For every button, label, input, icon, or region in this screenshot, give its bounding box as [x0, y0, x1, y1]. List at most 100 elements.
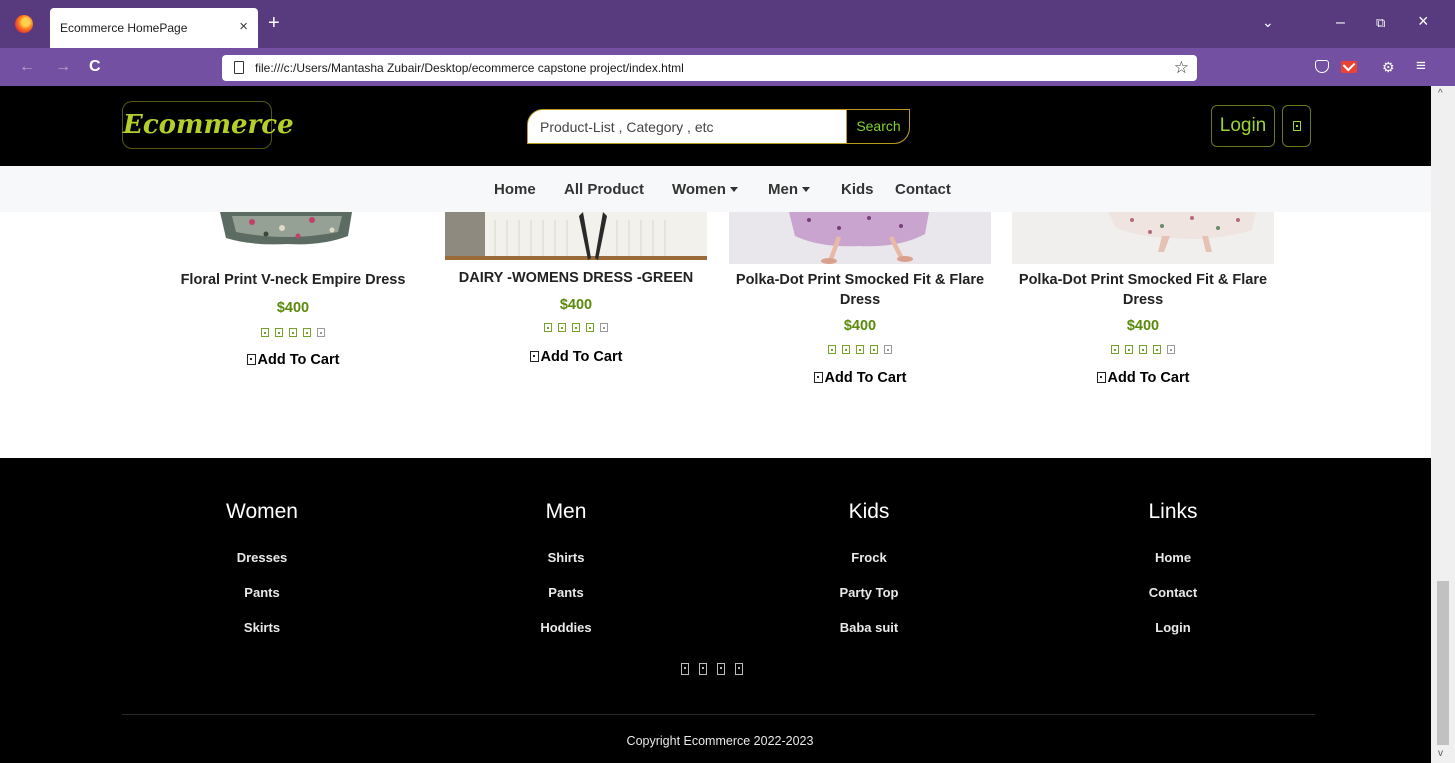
product-name[interactable]: Floral Print V-neck Empire Dress — [157, 270, 429, 290]
add-to-cart-label: Add To Cart — [824, 370, 907, 386]
product-image[interactable] — [729, 212, 991, 264]
footer-link[interactable]: Home — [1023, 540, 1323, 575]
list-tabs-icon[interactable]: ⌄ — [1262, 14, 1274, 30]
footer-link[interactable]: Dresses — [112, 540, 412, 575]
search-button[interactable]: Search — [846, 110, 909, 143]
add-to-cart-button[interactable]: Add To Cart — [1012, 370, 1274, 386]
footer-link[interactable]: Pants — [112, 575, 412, 610]
star-icon — [1139, 345, 1147, 354]
product-image[interactable] — [445, 212, 707, 260]
footer-heading: Kids — [848, 500, 890, 523]
scroll-thumb[interactable] — [1437, 581, 1449, 745]
add-to-cart-button[interactable]: Add To Cart — [729, 370, 991, 386]
nav-men[interactable]: Men — [768, 181, 810, 198]
star-icon — [544, 323, 552, 332]
scroll-up-icon[interactable]: ^ — [1438, 88, 1443, 99]
page-icon — [234, 61, 244, 74]
nav-home[interactable]: Home — [494, 181, 536, 198]
extension-icon[interactable]: ⚙ — [1382, 59, 1395, 75]
scroll-down-icon[interactable]: v — [1438, 748, 1443, 759]
footer-divider — [122, 714, 1315, 715]
star-icon — [856, 345, 864, 354]
minimize-icon[interactable]: – — [1336, 15, 1345, 31]
restore-icon[interactable]: ⧉ — [1376, 15, 1385, 31]
star-icon — [870, 345, 878, 354]
footer-column-kids: Kids Frock Party Top Baba suit — [719, 500, 1019, 645]
browser-tab-bar: Ecommerce HomePage × + ⌄ – ⧉ × — [0, 0, 1455, 48]
nav-women[interactable]: Women — [672, 181, 738, 198]
star-icon — [572, 323, 580, 332]
login-button[interactable]: Login — [1211, 105, 1275, 147]
add-to-cart-button[interactable]: Add To Cart — [445, 349, 707, 365]
footer-link[interactable]: Hoddies — [416, 610, 716, 645]
star-icon — [558, 323, 566, 332]
product-rating — [1012, 345, 1274, 354]
new-tab-icon[interactable]: + — [268, 13, 280, 33]
cart-button[interactable] — [1282, 105, 1311, 147]
footer-link[interactable]: Shirts — [416, 540, 716, 575]
social-links — [676, 663, 766, 679]
twitter-icon[interactable] — [717, 663, 725, 675]
product-image[interactable] — [1012, 212, 1274, 264]
youtube-icon[interactable] — [735, 663, 743, 675]
browser-tab[interactable]: Ecommerce HomePage × — [50, 8, 258, 48]
app-menu-icon[interactable]: ≡ — [1416, 57, 1426, 74]
star-icon — [1153, 345, 1161, 354]
add-to-cart-label: Add To Cart — [257, 352, 340, 368]
back-icon[interactable]: ← — [19, 59, 35, 75]
footer-link[interactable]: Skirts — [112, 610, 412, 645]
footer-heading: Women — [226, 500, 298, 523]
star-icon — [303, 328, 311, 337]
chevron-down-icon — [802, 187, 810, 192]
footer-link[interactable]: Frock — [719, 540, 1019, 575]
star-icon — [261, 328, 269, 337]
star-icon — [1125, 345, 1133, 354]
star-icon — [1111, 345, 1119, 354]
search-input[interactable] — [528, 110, 846, 143]
bookmark-star-icon[interactable]: ☆ — [1174, 58, 1189, 78]
add-to-cart-button[interactable]: Add To Cart — [162, 352, 424, 368]
chevron-down-icon — [729, 187, 738, 192]
star-icon — [586, 323, 594, 332]
footer-column-women: Women Dresses Pants Skirts — [112, 500, 412, 645]
star-icon — [884, 345, 892, 354]
nav-contact[interactable]: Contact — [895, 181, 951, 198]
footer-heading: Links — [1148, 500, 1198, 523]
url-bar[interactable]: file:///c:/Users/Mantasha Zubair/Desktop… — [222, 55, 1197, 81]
url-text[interactable]: file:///c:/Users/Mantasha Zubair/Desktop… — [255, 61, 684, 75]
cart-icon — [1293, 121, 1301, 131]
product-image[interactable] — [162, 212, 424, 252]
tab-title: Ecommerce HomePage — [60, 21, 188, 35]
footer-link[interactable]: Party Top — [719, 575, 1019, 610]
site-logo[interactable]: Ecommerce — [122, 101, 294, 149]
footer-heading: Men — [545, 500, 587, 523]
product-name[interactable]: Polka-Dot Print Smocked Fit & Flare Dres… — [724, 270, 996, 310]
product-rating — [729, 345, 991, 354]
product-price: $400 — [559, 297, 593, 313]
footer-link[interactable]: Pants — [416, 575, 716, 610]
reload-icon[interactable]: C — [89, 59, 101, 75]
product-name[interactable]: Polka-Dot Print Smocked Fit & Flare Dres… — [1007, 270, 1279, 310]
star-icon — [275, 328, 283, 337]
close-window-icon[interactable]: × — [1418, 12, 1429, 30]
footer-link[interactable]: Baba suit — [719, 610, 1019, 645]
facebook-icon[interactable] — [681, 663, 689, 675]
gmail-icon[interactable] — [1341, 61, 1357, 73]
nav-kids[interactable]: Kids — [841, 181, 874, 198]
copyright-text: Copyright Ecommerce 2022-2023 — [626, 734, 814, 748]
footer-link[interactable]: Login — [1023, 610, 1323, 645]
cart-icon — [1096, 372, 1106, 383]
star-icon — [289, 328, 297, 337]
star-icon — [1167, 345, 1175, 354]
page-scrollbar[interactable]: ^ v — [1431, 86, 1455, 763]
forward-icon[interactable]: → — [55, 59, 71, 75]
product-name[interactable]: DAIRY -WOMENS DRESS -GREEN — [440, 268, 712, 288]
tab-close-icon[interactable]: × — [239, 18, 248, 35]
main-nav: Home All Product Women Men Kids Contact — [0, 166, 1431, 212]
footer-link[interactable]: Contact — [1023, 575, 1323, 610]
cart-icon — [813, 372, 823, 383]
product-price: $400 — [276, 300, 310, 316]
nav-all-product[interactable]: All Product — [564, 181, 644, 198]
instagram-icon[interactable] — [699, 663, 707, 675]
firefox-logo-icon[interactable] — [15, 15, 33, 33]
